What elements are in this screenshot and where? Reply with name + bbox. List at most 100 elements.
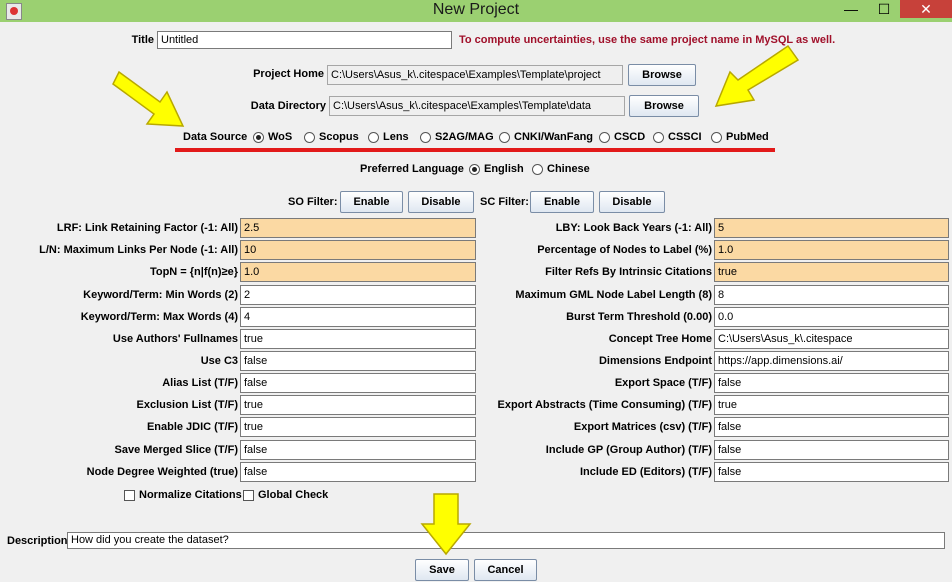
param-input[interactable]: false xyxy=(714,440,949,460)
radio-selected-icon xyxy=(469,163,480,175)
param-input[interactable]: 1.0 xyxy=(240,262,476,282)
radio-wos[interactable]: WoS xyxy=(253,129,292,145)
radio-pubmed[interactable]: PubMed xyxy=(711,129,769,145)
param-input[interactable]: false xyxy=(240,351,476,371)
preferred-language-label: Preferred Language xyxy=(360,163,464,175)
param-input[interactable]: 10 xyxy=(240,240,476,260)
param-input[interactable]: false xyxy=(714,373,949,393)
description-input[interactable]: How did you create the dataset? xyxy=(67,532,945,549)
param-input[interactable]: C:\Users\Asus_k\.citespace xyxy=(714,329,949,349)
browse-project-home-button[interactable]: Browse xyxy=(628,64,696,86)
param-label: Maximum GML Node Label Length (8) xyxy=(515,289,712,301)
param-input[interactable]: 1.0 xyxy=(714,240,949,260)
param-label: Use Authors' Fullnames xyxy=(112,333,238,345)
param-label: TopN = {n|f(n)≥e} xyxy=(149,266,238,278)
param-input[interactable]: 0.0 xyxy=(714,307,949,327)
param-label: Export Space (T/F) xyxy=(614,377,712,389)
param-input[interactable]: 8 xyxy=(714,285,949,305)
title-bar: New Project xyxy=(0,0,952,22)
so-filter-enable-button[interactable]: Enable xyxy=(340,191,403,213)
sc-filter-disable-button[interactable]: Disable xyxy=(599,191,665,213)
global-check-checkbox[interactable]: Global Check xyxy=(243,487,328,503)
radio-unselected-icon xyxy=(420,131,431,143)
cancel-button[interactable]: Cancel xyxy=(474,559,537,581)
window-title: New Project xyxy=(432,1,520,18)
param-input[interactable]: 2 xyxy=(240,285,476,305)
project-home-field[interactable]: C:\Users\Asus_k\.citespace\Examples\Temp… xyxy=(327,65,623,85)
data-directory-field[interactable]: C:\Users\Asus_k\.citespace\Examples\Temp… xyxy=(329,96,625,116)
param-label: Burst Term Threshold (0.00) xyxy=(566,311,712,323)
param-input[interactable]: false xyxy=(240,440,476,460)
param-label: Node Degree Weighted (true) xyxy=(86,466,238,478)
java-app-icon xyxy=(6,3,22,20)
param-label: Dimensions Endpoint xyxy=(598,355,712,367)
arrow-icon xyxy=(112,70,185,127)
param-label: Use C3 xyxy=(200,355,238,367)
radio-chinese[interactable]: Chinese xyxy=(532,161,590,177)
radio-unselected-icon xyxy=(532,163,543,175)
radio-lens[interactable]: Lens xyxy=(368,129,409,145)
description-label: Description xyxy=(7,535,68,547)
title-label: Title xyxy=(131,34,154,46)
param-label: Export Matrices (csv) (T/F) xyxy=(573,421,712,433)
data-source-label: Data Source xyxy=(183,131,248,143)
param-label: Filter Refs By Intrinsic Citations xyxy=(545,266,712,278)
param-label: Include ED (Editors) (T/F) xyxy=(580,466,712,478)
param-input[interactable]: false xyxy=(240,373,476,393)
param-label: Exclusion List (T/F) xyxy=(136,399,238,411)
param-label: LBY: Look Back Years (-1: All) xyxy=(555,222,712,234)
radio-unselected-icon xyxy=(711,131,722,143)
title-input[interactable]: Untitled xyxy=(157,31,452,49)
param-label: Keyword/Term: Min Words (2) xyxy=(83,289,238,301)
arrow-icon xyxy=(714,44,800,107)
data-directory-label: Data Directory xyxy=(250,100,326,112)
radio-unselected-icon xyxy=(499,131,510,143)
param-input[interactable]: 4 xyxy=(240,307,476,327)
radio-unselected-icon xyxy=(368,131,379,143)
radio-unselected-icon xyxy=(653,131,664,143)
param-input[interactable]: https://app.dimensions.ai/ xyxy=(714,351,949,371)
normalize-citations-checkbox[interactable]: Normalize Citations xyxy=(124,487,242,503)
minimize-button[interactable]: — xyxy=(838,0,864,18)
arrow-icon xyxy=(420,493,472,556)
param-input[interactable]: true xyxy=(240,329,476,349)
param-input[interactable]: false xyxy=(714,417,949,437)
radio-s2ag-mag[interactable]: S2AG/MAG xyxy=(420,129,494,145)
param-input[interactable]: true xyxy=(240,395,476,415)
sc-filter-enable-button[interactable]: Enable xyxy=(530,191,594,213)
radio-scopus[interactable]: Scopus xyxy=(304,129,359,145)
param-label: Concept Tree Home xyxy=(608,333,712,345)
param-label: LRF: Link Retaining Factor (-1: All) xyxy=(56,222,238,234)
param-label: Enable JDIC (T/F) xyxy=(146,421,238,433)
close-button[interactable]: ✕ xyxy=(900,0,952,18)
radio-unselected-icon xyxy=(599,131,610,143)
so-filter-label: SO Filter: xyxy=(288,196,338,208)
param-label: Alias List (T/F) xyxy=(162,377,238,389)
param-label: L/N: Maximum Links Per Node (-1: All) xyxy=(39,244,238,256)
param-input[interactable]: false xyxy=(714,462,949,482)
param-input[interactable]: true xyxy=(714,262,949,282)
radio-english[interactable]: English xyxy=(469,161,524,177)
param-label: Include GP (Group Author) (T/F) xyxy=(545,444,712,456)
checkbox-icon xyxy=(124,489,135,501)
radio-cssci[interactable]: CSSCI xyxy=(653,129,702,145)
param-label: Save Merged Slice (T/F) xyxy=(114,444,238,456)
checkbox-icon xyxy=(243,489,254,501)
radio-cnki-wanfang[interactable]: CNKI/WanFang xyxy=(499,129,593,145)
param-input[interactable]: true xyxy=(240,417,476,437)
annotation-underline xyxy=(175,148,775,152)
param-input[interactable]: 2.5 xyxy=(240,218,476,238)
project-home-label: Project Home xyxy=(253,68,324,80)
param-label: Export Abstracts (Time Consuming) (T/F) xyxy=(497,399,712,411)
maximize-button[interactable]: ☐ xyxy=(871,0,897,18)
browse-data-directory-button[interactable]: Browse xyxy=(629,95,699,117)
param-input[interactable]: 5 xyxy=(714,218,949,238)
param-input[interactable]: false xyxy=(240,462,476,482)
save-button[interactable]: Save xyxy=(415,559,469,581)
radio-cscd[interactable]: CSCD xyxy=(599,129,645,145)
so-filter-disable-button[interactable]: Disable xyxy=(408,191,474,213)
param-label: Keyword/Term: Max Words (4) xyxy=(80,311,238,323)
param-input[interactable]: true xyxy=(714,395,949,415)
sc-filter-label: SC Filter: xyxy=(480,196,529,208)
radio-unselected-icon xyxy=(304,131,315,143)
